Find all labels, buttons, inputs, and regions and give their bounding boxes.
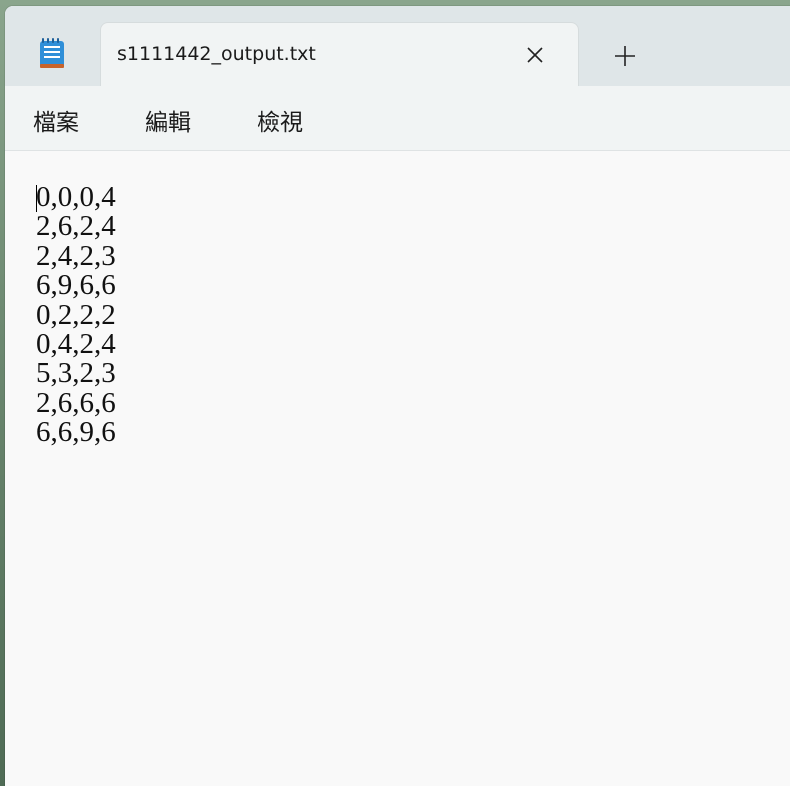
text-line: 6,6,9,6: [36, 416, 116, 449]
text-line: 0,2,2,2: [36, 298, 116, 331]
menu-file[interactable]: 檔案: [33, 103, 79, 137]
text-caret: [36, 185, 37, 212]
menu-bar: 檔案 編輯 檢視: [5, 86, 790, 151]
text-line: 0,0,0,4: [36, 181, 116, 213]
notepad-window: s1111442_output.txt 檔案 編輯 檢視 0,0,0,4 2,6,…: [5, 6, 790, 786]
text-line: 5,3,2,3: [36, 357, 116, 390]
plus-icon[interactable]: [613, 44, 637, 68]
tab-title: s1111442_output.txt: [117, 43, 316, 65]
menu-edit[interactable]: 編輯: [145, 103, 191, 137]
text-line: 2,6,2,4: [36, 210, 116, 243]
menu-view[interactable]: 檢視: [257, 103, 303, 137]
text-line: 0,4,2,4: [36, 328, 116, 361]
text-editor[interactable]: 0,0,0,4 2,6,2,4 2,4,2,3 6,9,6,6 0,2,2,2 0,4,2…: [5, 151, 790, 786]
notepad-icon: [40, 38, 64, 68]
close-icon[interactable]: [525, 45, 545, 65]
editor-content[interactable]: 0,0,0,4 2,6,2,4 2,4,2,3 6,9,6,6 0,2,2,2 0,4,2…: [36, 181, 116, 449]
text-line: 2,4,2,3: [36, 239, 116, 272]
tab-active-file[interactable]: s1111442_output.txt: [100, 22, 579, 89]
title-bar[interactable]: s1111442_output.txt: [5, 6, 790, 89]
text-line: 2,6,6,6: [36, 386, 116, 419]
text-line: 6,9,6,6: [36, 269, 116, 302]
